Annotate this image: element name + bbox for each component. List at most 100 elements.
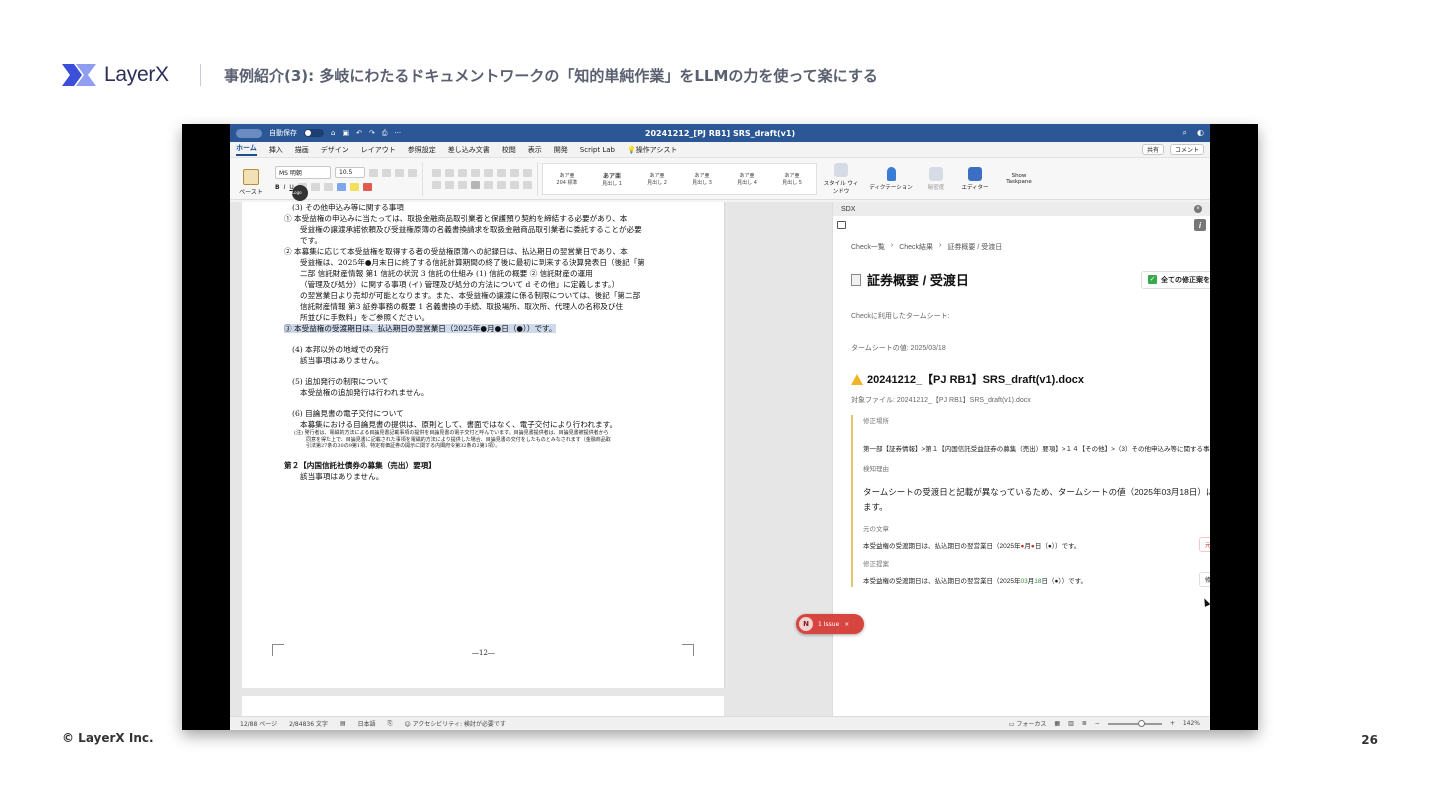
word-count[interactable]: 2/84836 文字 [289, 719, 328, 728]
apply-all-button[interactable]: ✓ 全ての修正案を適用 [1141, 270, 1210, 289]
shrink-font-icon[interactable] [382, 168, 391, 177]
align-right-icon[interactable] [458, 180, 467, 189]
doc-line: 信託財産情報 第3 証券事務の概要 1 名義書換の手続、取扱場所、取次所、代理人… [300, 302, 624, 311]
align-left-icon[interactable] [432, 180, 441, 189]
justify-icon[interactable] [471, 180, 480, 189]
italic-icon[interactable]: I [284, 184, 286, 191]
multilevel-icon[interactable] [458, 168, 467, 177]
distributed-icon[interactable] [484, 180, 493, 189]
issue-close-icon[interactable]: × [844, 621, 849, 628]
text-effects-icon[interactable] [336, 183, 346, 191]
highlighted-line[interactable]: ③ 本受益権の受渡期日は、払込期日の翌営業日（2025年●月●日（●））です。 [284, 323, 696, 334]
more-icon[interactable]: ··· [394, 129, 401, 137]
increase-indent-icon[interactable] [484, 168, 493, 177]
proofing-icon[interactable]: ▤ [340, 720, 346, 727]
zoom-thumb[interactable] [1137, 719, 1145, 727]
sort-icon[interactable] [510, 168, 519, 177]
font-name-select[interactable]: MS 明朝 [275, 166, 331, 179]
bullets-icon[interactable] [432, 168, 441, 177]
document-area[interactable]: (3) その他申込み等に関する事項 ① 本受益権の申込みに当たっては、取扱金融商… [230, 202, 832, 716]
style-heading-5[interactable]: あア亜 見出し 5 [771, 167, 813, 191]
tab-review[interactable]: 校閲 [502, 145, 516, 155]
breadcrumb-check-result[interactable]: Check結果 [899, 242, 933, 252]
share-button[interactable]: 共有 [1141, 144, 1164, 155]
dictation-button[interactable]: ディクテーション [865, 166, 917, 191]
close-icon[interactable]: × [1194, 205, 1202, 213]
style-heading-4[interactable]: あア亜 見出し 4 [726, 167, 768, 191]
home-icon[interactable]: ⌂ [331, 129, 335, 137]
autosave-toggle[interactable] [304, 129, 324, 137]
show-marks-icon[interactable] [523, 168, 532, 177]
doc-line: ① 本受益権の申込みに当たっては、取扱金融商品取引業者と保護預り契約を締結する必… [284, 214, 628, 223]
style-name: 見出し 3 [692, 179, 712, 186]
style-preview: あア亜 [784, 172, 800, 179]
style-heading-2[interactable]: あア亜 見出し 2 [636, 167, 678, 191]
redo-icon[interactable]: ↷ [369, 129, 375, 137]
tab-home[interactable]: ホーム [236, 143, 257, 156]
align-center-icon[interactable] [445, 180, 454, 189]
print-layout-icon[interactable]: ▦ [1054, 720, 1060, 727]
zoom-slider[interactable] [1107, 719, 1162, 727]
sidebar-panel-icon[interactable] [837, 221, 846, 229]
print-icon[interactable]: ⎙ [382, 129, 388, 138]
account-icon[interactable]: ◐ [1197, 128, 1204, 138]
tab-draw[interactable]: 描画 [295, 145, 309, 155]
borders-icon[interactable] [523, 180, 532, 189]
tab-insert[interactable]: 挿入 [269, 145, 283, 155]
clear-format-icon[interactable] [408, 168, 417, 177]
numbering-icon[interactable] [445, 168, 454, 177]
zoom-in-icon[interactable]: + [1170, 720, 1175, 727]
section-4-title: (4) 本邦以外の地域での発行 [292, 345, 389, 354]
tab-design[interactable]: デザイン [321, 145, 349, 155]
save-icon[interactable]: ▣ [342, 129, 349, 137]
font-color-icon[interactable] [362, 183, 372, 191]
font-size-select[interactable]: 10.5 [335, 167, 365, 178]
tab-view[interactable]: 表示 [528, 145, 542, 155]
tab-references[interactable]: 参照設定 [408, 145, 436, 155]
language[interactable]: 日本語 [358, 719, 376, 728]
search-icon[interactable]: ⌕ [1183, 128, 1187, 138]
editor-button[interactable]: エディター [955, 166, 995, 191]
track-changes-icon[interactable]: ⎘ [388, 720, 393, 728]
comment-button[interactable]: コメント [1169, 144, 1204, 155]
info-icon[interactable]: i [1194, 219, 1206, 231]
outline-icon[interactable]: ≣ [1082, 720, 1087, 727]
tab-mailings[interactable]: 差し込み文書 [448, 145, 490, 155]
highlight-icon[interactable] [349, 183, 359, 191]
bold-icon[interactable]: B [275, 184, 280, 191]
sensitivity-button[interactable]: 秘密度 [921, 166, 951, 191]
line-spacing-icon[interactable] [497, 180, 506, 189]
style-heading-1[interactable]: あア亜 見出し 1 [591, 167, 633, 191]
asian-layout-icon[interactable] [497, 168, 506, 177]
subscript-icon[interactable] [310, 183, 320, 191]
zoom-level[interactable]: 142% [1183, 720, 1200, 727]
tab-script-lab[interactable]: Script Lab [580, 146, 615, 154]
document-page[interactable]: (3) その他申込み等に関する事項 ① 本受益権の申込みに当たっては、取扱金融商… [242, 202, 724, 688]
web-layout-icon[interactable]: ▥ [1068, 720, 1074, 727]
decrease-indent-icon[interactable] [471, 168, 480, 177]
undo-icon[interactable]: ↶ [356, 129, 362, 137]
zoom-out-icon[interactable]: − [1095, 720, 1100, 727]
tab-layout[interactable]: レイアウト [361, 145, 396, 155]
focus-button[interactable]: ▭ フォーカス [1009, 719, 1047, 728]
tab-developer[interactable]: 開発 [554, 145, 568, 155]
proposal-row: 本受益権の受渡期日は、払込期日の翌営業日（2025年03月18日（●））です。 … [863, 572, 1210, 587]
shading-icon[interactable] [510, 180, 519, 189]
paste-button[interactable]: ペースト [236, 162, 266, 196]
apply-fix-button[interactable]: 修正を実行 [1198, 572, 1210, 587]
issue-pill[interactable]: N 1 Issue × [796, 614, 864, 634]
tab-assist[interactable]: 💡操作アシスト [627, 145, 677, 155]
location-value[interactable]: 第一部【証券情報】>第１【内国信託受益証券の募集（売出）要項】>１４【その他】>… [863, 443, 1210, 453]
page-count[interactable]: 12/88 ページ [240, 719, 277, 728]
style-heading-3[interactable]: あア亜 見出し 3 [681, 167, 723, 191]
style-normal[interactable]: あア亜 204 標準 [546, 167, 588, 191]
grow-font-icon[interactable] [369, 168, 378, 177]
sidebar-toggle-icon[interactable] [236, 128, 262, 138]
change-case-icon[interactable] [395, 168, 404, 177]
superscript-icon[interactable] [323, 183, 333, 191]
style-window-button[interactable]: スタイル ウィンドウ [821, 162, 861, 195]
show-taskpane-button[interactable]: Logo Show Taskpane [292, 173, 1039, 201]
adopt-original-button[interactable]: 元文を採用 [1198, 537, 1210, 552]
accessibility-status[interactable]: ☺ アクセシビリティ: 検討が必要です [404, 719, 505, 728]
breadcrumb-check-list[interactable]: Check一覧 [851, 242, 885, 252]
